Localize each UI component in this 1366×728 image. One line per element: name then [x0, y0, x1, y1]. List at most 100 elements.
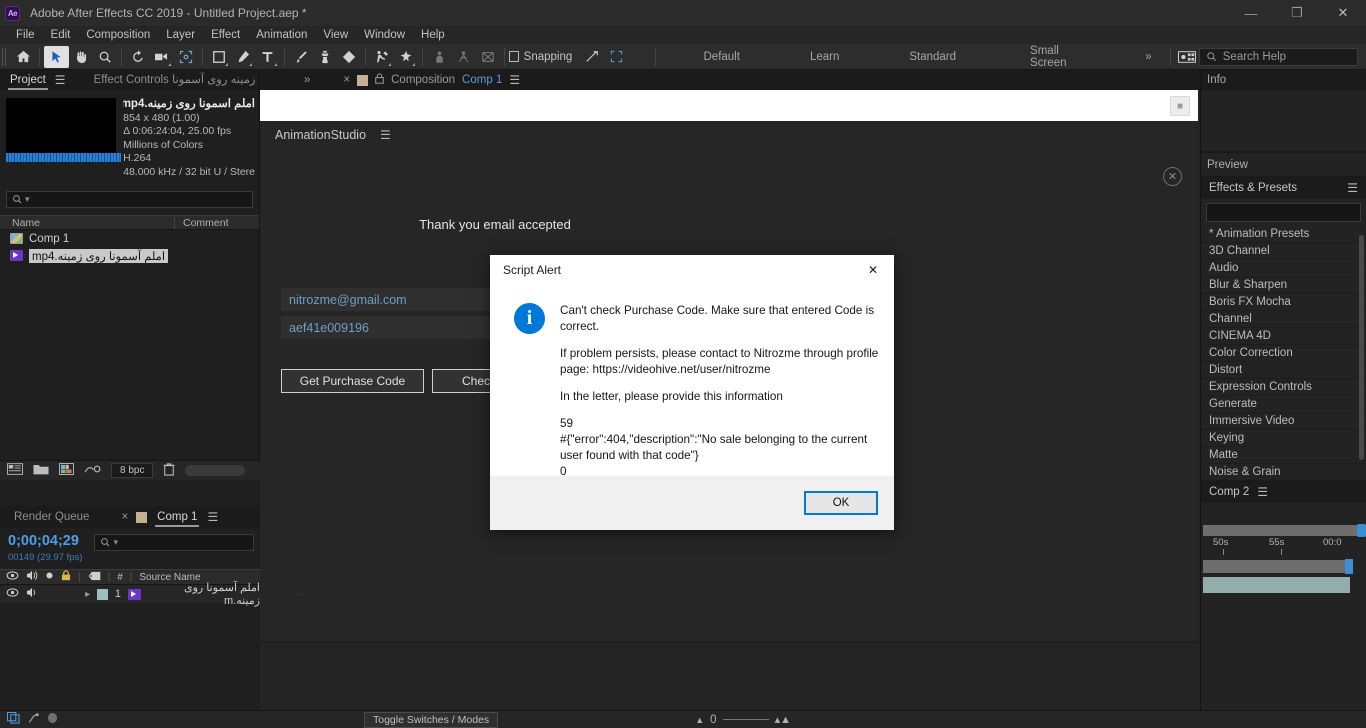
layer-duration-bar[interactable] [1203, 577, 1350, 593]
eraser-tool-icon[interactable] [337, 46, 361, 68]
brush-tool-icon[interactable] [289, 46, 313, 68]
layer-eye-icon[interactable] [6, 588, 19, 600]
list-item[interactable]: Matte [1201, 447, 1366, 464]
toggle-switches-modes-button[interactable]: Toggle Switches / Modes [364, 711, 499, 728]
list-item[interactable]: Comp 1 [0, 230, 259, 247]
panel-resize-handle[interactable] [185, 465, 246, 476]
tab-comp-2[interactable]: Comp 2 [1209, 486, 1249, 498]
selection-tool-icon[interactable] [44, 45, 69, 68]
list-item[interactable]: املم آسمونا روی زمینه.mp4 [0, 247, 259, 264]
menu-file[interactable]: File [8, 26, 43, 44]
overlay-small-button[interactable]: ■ [1170, 96, 1190, 116]
rotation-tool-icon[interactable] [126, 46, 150, 68]
zoom-slider-track[interactable] [722, 719, 769, 720]
list-item[interactable]: Blur & Sharpen [1201, 277, 1366, 294]
column-header-name[interactable]: Name [0, 216, 175, 229]
comp-tabs-overflow-icon[interactable]: » [304, 74, 310, 86]
search-help-field[interactable]: Search Help [1198, 47, 1358, 66]
clone-stamp-tool-icon[interactable] [313, 46, 337, 68]
script-menu-icon[interactable]: ☰ [380, 128, 391, 142]
menu-edit[interactable]: Edit [43, 26, 79, 44]
zoom-in-icon[interactable]: ▴▲ [775, 713, 791, 726]
zoom-out-icon[interactable]: ▲ [695, 715, 704, 725]
effects-scrollbar[interactable] [1359, 235, 1364, 460]
menu-animation[interactable]: Animation [248, 26, 315, 44]
list-item[interactable]: Color Correction [1201, 345, 1366, 362]
audio-icon[interactable] [26, 570, 38, 584]
list-item[interactable]: Boris FX Mocha [1201, 294, 1366, 311]
menu-window[interactable]: Window [356, 26, 413, 44]
composition-mini-flowchart-icon[interactable] [6, 711, 20, 727]
tab-effects-presets[interactable]: Effects & Presets [1209, 182, 1297, 194]
menu-layer[interactable]: Layer [158, 26, 203, 44]
layer-audio-icon[interactable] [26, 587, 38, 601]
list-item[interactable]: Generate [1201, 396, 1366, 413]
right-timeline-menu-icon[interactable]: ☰ [1257, 485, 1268, 499]
snapping-mode-icon[interactable] [580, 46, 604, 68]
snapping-bounds-icon[interactable] [604, 46, 628, 68]
shape-tool-icon[interactable] [207, 46, 231, 68]
workspace-small-screen[interactable]: Small Screen [1016, 45, 1105, 69]
search-dropdown-icon[interactable]: ▾ [113, 537, 118, 548]
tab-project[interactable]: Project [8, 70, 48, 90]
current-timecode[interactable]: 0;00;04;29 00149 (29.97 fps) [8, 534, 82, 565]
hand-tool-icon[interactable] [69, 46, 93, 68]
menu-view[interactable]: View [315, 26, 356, 44]
list-item[interactable]: Audio [1201, 260, 1366, 277]
workspace-overflow-icon[interactable]: » [1131, 51, 1165, 63]
timeline-panel-menu-icon[interactable]: ☰ [207, 510, 218, 524]
tab-effect-controls[interactable]: Effect Controls زمینه روی آسمونا [92, 70, 258, 90]
toolbar-grip[interactable] [2, 47, 9, 66]
puppet-pin-tool-icon[interactable] [394, 46, 418, 68]
playhead-knob[interactable] [1345, 559, 1353, 574]
timeline-search-input[interactable]: ▾ [94, 534, 254, 551]
puppet-starch-icon[interactable] [451, 46, 475, 68]
tab-info[interactable]: Info [1201, 70, 1366, 90]
list-item[interactable]: Expression Controls [1201, 379, 1366, 396]
close-icon[interactable]: ✕ [1320, 0, 1366, 26]
close-tab-icon[interactable]: × [121, 511, 128, 523]
tab-comp-1[interactable]: Comp 1 [155, 507, 200, 527]
ok-button[interactable]: OK [804, 491, 878, 515]
menu-help[interactable]: Help [413, 26, 453, 44]
new-composition-icon[interactable] [59, 463, 74, 478]
close-circle-icon[interactable]: ✕ [1163, 167, 1182, 186]
composition-name[interactable]: Comp 1 [462, 74, 502, 86]
list-item[interactable]: Distort [1201, 362, 1366, 379]
layer-label-swatch[interactable] [97, 588, 108, 600]
solo-icon[interactable] [45, 571, 54, 583]
dialog-close-icon[interactable]: ✕ [852, 255, 894, 285]
column-header-comment[interactable]: Comment [175, 217, 229, 229]
lock-icon[interactable] [61, 570, 71, 584]
puppet-overlap-icon[interactable] [476, 46, 500, 68]
home-icon[interactable] [11, 46, 35, 68]
interpret-footage-icon[interactable] [7, 463, 23, 478]
lock-icon[interactable] [375, 73, 384, 87]
minimize-icon[interactable]: — [1228, 0, 1274, 26]
list-item[interactable]: * Animation Presets [1201, 226, 1366, 243]
list-item[interactable]: Immersive Video [1201, 413, 1366, 430]
type-tool-icon[interactable] [255, 46, 279, 68]
list-item[interactable]: Channel [1201, 311, 1366, 328]
composition-panel-menu-icon[interactable]: ☰ [509, 73, 520, 87]
menu-effect[interactable]: Effect [203, 26, 248, 44]
get-purchase-code-button[interactable]: Get Purchase Code [281, 369, 424, 393]
tab-preview[interactable]: Preview [1201, 153, 1366, 177]
list-item[interactable]: CINEMA 4D [1201, 328, 1366, 345]
project-search-input[interactable]: ▾ [6, 191, 253, 208]
roto-brush-tool-icon[interactable] [370, 46, 394, 68]
timeline-work-area-bar[interactable] [1203, 559, 1353, 574]
tab-render-queue[interactable]: Render Queue [14, 511, 89, 523]
search-dropdown-icon[interactable]: ▾ [25, 194, 30, 205]
effects-search-input[interactable] [1206, 203, 1361, 222]
timeline-zoom-control[interactable]: ▲ 0 ▴▲ [695, 713, 791, 727]
pen-tool-icon[interactable] [231, 46, 255, 68]
list-item[interactable]: Noise & Grain [1201, 464, 1366, 481]
effects-panel-menu-icon[interactable]: ☰ [1347, 181, 1358, 195]
anchor-point-tool-icon[interactable] [174, 46, 198, 68]
color-depth-value[interactable]: 8 bpc [111, 463, 154, 478]
project-panel-menu-icon[interactable]: ☰ [55, 73, 66, 87]
label-icon[interactable] [88, 571, 101, 584]
eye-icon[interactable] [6, 571, 19, 583]
zoom-tool-icon[interactable] [93, 46, 117, 68]
